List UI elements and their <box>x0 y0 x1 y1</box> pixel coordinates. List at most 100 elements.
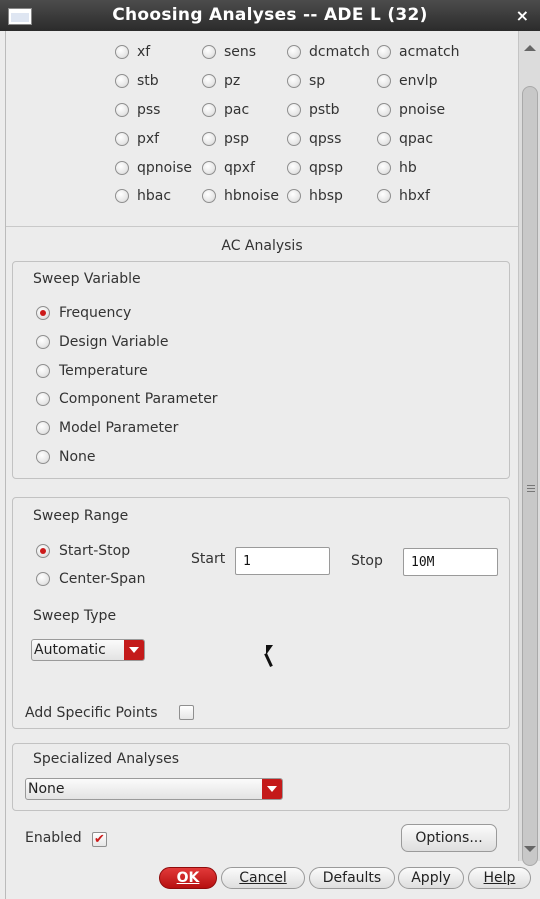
section-divider <box>6 226 518 227</box>
analysis-option[interactable]: pz <box>202 71 240 91</box>
sweep-variable-model-parameter[interactable]: Model Parameter <box>36 418 178 438</box>
radio-icon[interactable] <box>287 161 301 175</box>
radio-icon[interactable] <box>287 45 301 59</box>
analysis-option[interactable]: hbsp <box>287 186 343 206</box>
radio-icon[interactable] <box>36 392 50 406</box>
radio-icon[interactable] <box>377 189 391 203</box>
radio-icon[interactable] <box>115 161 129 175</box>
sweep-variable-temperature[interactable]: Temperature <box>36 361 148 381</box>
radio-icon[interactable] <box>115 132 129 146</box>
analysis-option[interactable]: sens <box>202 42 256 62</box>
section-title: AC Analysis <box>221 238 303 254</box>
sweep-range-center-span[interactable]: Center-Span <box>36 569 146 589</box>
analysis-option[interactable]: pstb <box>287 100 340 120</box>
radio-icon[interactable] <box>377 103 391 117</box>
analysis-option[interactable]: hbac <box>115 186 171 206</box>
vertical-scrollbar[interactable] <box>518 31 540 866</box>
defaults-button[interactable]: Defaults <box>309 867 395 889</box>
analysis-option[interactable]: pnoise <box>377 100 445 120</box>
window-title: Choosing Analyses -- ADE L (32) <box>112 5 428 25</box>
enabled-checkbox[interactable]: ✔ <box>92 832 107 847</box>
radio-icon[interactable] <box>377 132 391 146</box>
group-title: Specialized Analyses <box>33 751 180 767</box>
radio-icon[interactable] <box>287 103 301 117</box>
radio-icon[interactable] <box>287 189 301 203</box>
defaults-button-label: Defaults <box>322 870 382 886</box>
sweep-variable-component-parameter[interactable]: Component Parameter <box>36 389 218 409</box>
sweep-range-group: Sweep Range Start-Stop Center-Span Start… <box>12 497 510 729</box>
help-button[interactable]: Help <box>468 867 531 889</box>
sweep-range-start-stop[interactable]: Start-Stop <box>36 541 130 561</box>
radio-icon[interactable] <box>202 189 216 203</box>
analysis-option[interactable]: qpsp <box>287 158 343 178</box>
analysis-option[interactable]: sp <box>287 71 325 91</box>
radio-icon[interactable] <box>36 572 50 586</box>
scroll-thumb[interactable] <box>522 86 538 866</box>
radio-icon[interactable] <box>36 421 50 435</box>
cancel-button[interactable]: Cancel <box>221 867 305 889</box>
analysis-option[interactable]: pxf <box>115 129 159 149</box>
mouse-cursor-icon <box>266 645 273 655</box>
analysis-option[interactable]: qpxf <box>202 158 255 178</box>
radio-icon[interactable] <box>202 161 216 175</box>
radio-icon[interactable] <box>202 103 216 117</box>
group-title: Sweep Variable <box>33 271 141 287</box>
apply-button[interactable]: Apply <box>398 867 464 889</box>
analysis-option[interactable]: acmatch <box>377 42 460 62</box>
stop-field[interactable]: 10M <box>403 548 498 576</box>
scroll-down-arrow-icon[interactable] <box>524 846 536 852</box>
radio-icon[interactable] <box>36 335 50 349</box>
analysis-option[interactable]: hbnoise <box>202 186 279 206</box>
scroll-grip-icon <box>527 485 535 492</box>
specialized-analyses-value: None <box>28 781 65 797</box>
analysis-option[interactable]: pss <box>115 100 160 120</box>
chevron-down-icon[interactable] <box>124 640 144 660</box>
analysis-option[interactable]: psp <box>202 129 249 149</box>
add-specific-points-checkbox[interactable] <box>179 705 194 720</box>
radio-icon[interactable] <box>287 132 301 146</box>
radio-icon[interactable] <box>202 45 216 59</box>
sweep-variable-design-variable[interactable]: Design Variable <box>36 332 168 352</box>
radio-selected-icon[interactable] <box>36 306 50 320</box>
analysis-option[interactable]: qpac <box>377 129 433 149</box>
options-button[interactable]: Options... <box>401 824 497 852</box>
radio-icon[interactable] <box>36 364 50 378</box>
radio-icon[interactable] <box>115 45 129 59</box>
radio-icon[interactable] <box>115 189 129 203</box>
analysis-option[interactable]: stb <box>115 71 159 91</box>
chevron-down-icon[interactable] <box>262 779 282 799</box>
title-bar: Choosing Analyses -- ADE L (32) × <box>0 0 540 31</box>
start-field[interactable]: 1 <box>235 547 330 575</box>
analysis-option[interactable]: hbxf <box>377 186 430 206</box>
ok-button[interactable]: OK <box>159 867 217 889</box>
sweep-variable-frequency[interactable]: Frequency <box>36 303 131 323</box>
radio-icon[interactable] <box>377 45 391 59</box>
radio-selected-icon[interactable] <box>36 544 50 558</box>
radio-icon[interactable] <box>115 74 129 88</box>
sweep-type-dropdown[interactable]: Automatic <box>31 639 145 661</box>
analysis-option[interactable]: qpnoise <box>115 158 192 178</box>
sweep-variable-none[interactable]: None <box>36 447 96 467</box>
enabled-label: Enabled <box>25 830 82 846</box>
add-specific-points-label: Add Specific Points <box>25 705 158 721</box>
specialized-analyses-dropdown[interactable]: None <box>25 778 283 800</box>
sweep-type-label: Sweep Type <box>33 608 117 624</box>
analysis-option[interactable]: qpss <box>287 129 341 149</box>
radio-icon[interactable] <box>287 74 301 88</box>
checkmark-icon: ✔ <box>94 832 105 847</box>
analysis-option[interactable]: hb <box>377 158 417 178</box>
analysis-option[interactable]: pac <box>202 100 249 120</box>
radio-icon[interactable] <box>377 74 391 88</box>
analysis-type-grid: xf sens dcmatch acmatch stb pz sp envlp … <box>110 40 490 210</box>
scroll-up-arrow-icon[interactable] <box>524 45 536 51</box>
radio-icon[interactable] <box>377 161 391 175</box>
specialized-analyses-group: Specialized Analyses None <box>12 743 510 811</box>
radio-icon[interactable] <box>36 450 50 464</box>
radio-icon[interactable] <box>115 103 129 117</box>
radio-icon[interactable] <box>202 132 216 146</box>
close-icon[interactable]: × <box>516 6 529 25</box>
analysis-option[interactable]: xf <box>115 42 150 62</box>
radio-icon[interactable] <box>202 74 216 88</box>
analysis-option[interactable]: envlp <box>377 71 438 91</box>
analysis-option[interactable]: dcmatch <box>287 42 370 62</box>
